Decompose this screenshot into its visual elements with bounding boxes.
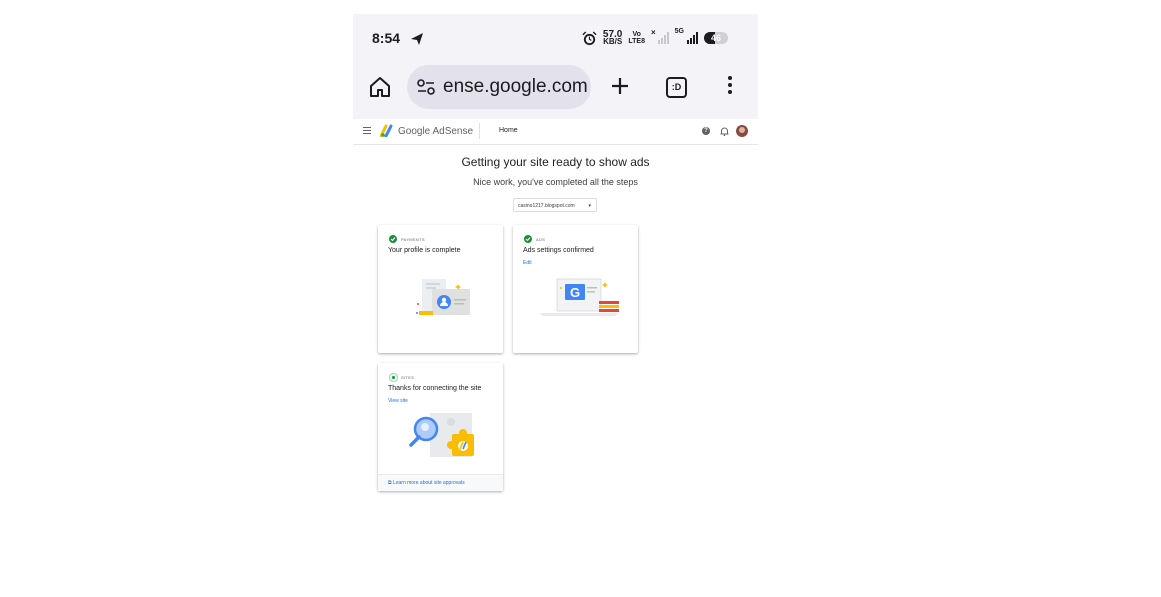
ads-edit-link[interactable]: Edit bbox=[523, 260, 532, 266]
home-icon[interactable] bbox=[368, 75, 392, 99]
status-time: 8:54 bbox=[372, 30, 401, 46]
status-dot-icon bbox=[389, 373, 398, 382]
puzzle-search-illustration bbox=[409, 413, 474, 457]
volte-top: Vo bbox=[632, 31, 641, 38]
sites-card-footer: ⧉ Learn more about site approvals bbox=[378, 474, 503, 491]
network-speed: 57.0 KB/S bbox=[603, 30, 623, 46]
ads-card: ADS Ads settings confirmed Edit G bbox=[513, 225, 638, 353]
adsense-header: Google AdSense Home ? bbox=[353, 119, 758, 145]
nav-home-link[interactable]: Home bbox=[499, 127, 518, 134]
telegram-send-icon bbox=[411, 33, 423, 45]
payments-eyebrow: PAYMENTS bbox=[401, 237, 425, 242]
svg-text:G: G bbox=[570, 285, 580, 300]
site-approvals-label: Learn more about site approvals bbox=[392, 480, 465, 486]
new-tab-icon[interactable] bbox=[610, 76, 630, 96]
account-avatar[interactable] bbox=[736, 125, 748, 137]
url-text[interactable]: ense.google.com bbox=[443, 76, 588, 98]
site-selector-value: casino1217.blogspot.com bbox=[518, 203, 575, 209]
url-bar[interactable]: ense.google.com bbox=[407, 65, 591, 109]
browser-chrome: 8:54 57.0 KB/S Vo LTE8 × 5G 46 ense.goog… bbox=[353, 14, 758, 119]
profile-document-illustration bbox=[416, 279, 470, 315]
help-icon[interactable]: ? bbox=[702, 127, 710, 135]
volte-bottom: LTE8 bbox=[628, 38, 645, 45]
hamburger-menu-icon[interactable] bbox=[363, 127, 371, 134]
page-title: Getting your site ready to show ads bbox=[461, 155, 650, 169]
status-icons: 57.0 KB/S Vo LTE8 × 5G 46 bbox=[582, 28, 728, 48]
sites-title: Thanks for connecting the site bbox=[388, 385, 482, 392]
adsense-logo-icon bbox=[380, 124, 393, 137]
battery-icon: 46 bbox=[704, 32, 728, 44]
no-signal-x-icon: × bbox=[650, 28, 656, 37]
network-5g: 5G bbox=[674, 28, 684, 35]
sites-card: SITES Thanks for connecting the site Vie… bbox=[378, 363, 503, 491]
laptop-google-illustration: G bbox=[539, 278, 619, 316]
browser-menu-icon[interactable] bbox=[727, 76, 733, 96]
adsense-brand: Google AdSense bbox=[398, 126, 474, 137]
header-divider bbox=[479, 123, 480, 139]
check-circle-icon bbox=[389, 235, 397, 243]
site-approvals-link[interactable]: ⧉ Learn more about site approvals bbox=[388, 480, 465, 486]
page-subtitle: Nice work, you've completed all the step… bbox=[473, 177, 638, 187]
ads-title: Ads settings confirmed bbox=[523, 247, 594, 254]
site-selector[interactable]: casino1217.blogspot.com ▾ bbox=[513, 198, 597, 212]
payments-card: PAYMENTS Your profile is complete bbox=[378, 225, 503, 353]
tab-switcher-button[interactable]: :D bbox=[666, 77, 687, 98]
network-speed-unit: KB/S bbox=[603, 37, 623, 46]
payments-title: Your profile is complete bbox=[388, 247, 461, 254]
volte-indicator: Vo LTE8 bbox=[628, 31, 645, 45]
battery-level: 46 bbox=[710, 33, 721, 43]
sites-eyebrow: SITES bbox=[401, 375, 415, 380]
view-site-link[interactable]: View site bbox=[388, 398, 408, 404]
phone-screen: 8:54 57.0 KB/S Vo LTE8 × 5G 46 ense.goog… bbox=[353, 14, 758, 597]
notifications-bell-icon[interactable] bbox=[720, 126, 729, 136]
ads-eyebrow: ADS bbox=[536, 237, 546, 242]
site-settings-icon[interactable] bbox=[417, 79, 435, 95]
check-circle-icon bbox=[524, 235, 532, 243]
signal-sim2-icon bbox=[687, 32, 698, 44]
alarm-icon bbox=[582, 30, 597, 45]
signal-sim1-icon bbox=[657, 32, 669, 44]
chevron-down-icon: ▾ bbox=[588, 203, 591, 209]
